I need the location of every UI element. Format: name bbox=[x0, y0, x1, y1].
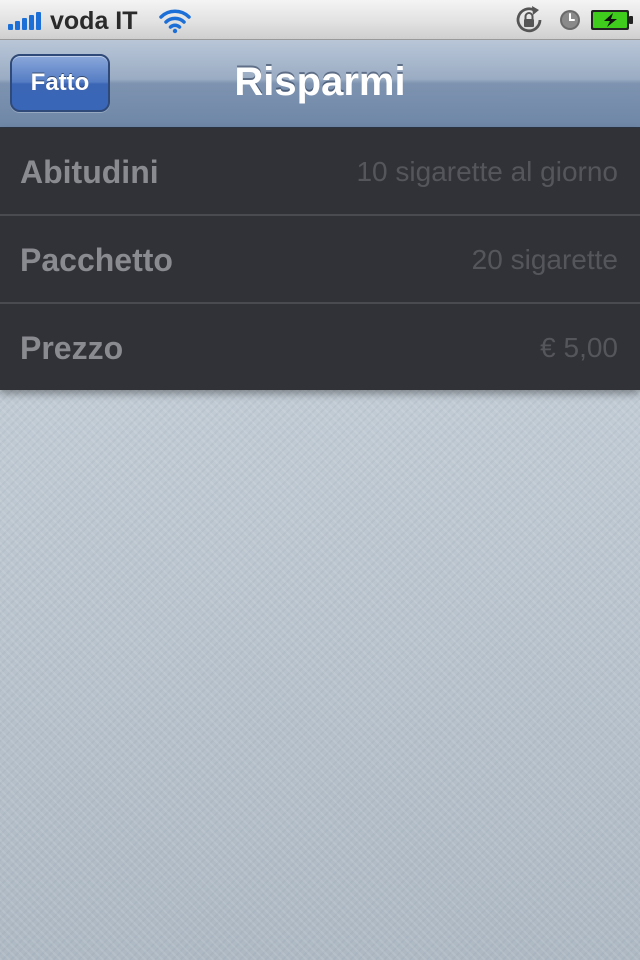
row-label: Pacchetto bbox=[20, 242, 173, 278]
rotation-lock-icon bbox=[516, 6, 542, 33]
navigation-bar: Risparmi Fatto bbox=[0, 40, 640, 128]
settings-row-pack[interactable]: Pacchetto 20 sigarette bbox=[0, 216, 640, 304]
wifi-icon bbox=[159, 9, 191, 34]
background-area bbox=[0, 392, 640, 960]
row-value: 10 sigarette al giorno bbox=[356, 156, 618, 187]
row-value: € 5,00 bbox=[540, 332, 618, 363]
settings-row-habits[interactable]: Abitudini 10 sigarette al giorno bbox=[0, 128, 640, 216]
settings-list: Abitudini 10 sigarette al giorno Pacchet… bbox=[0, 128, 640, 390]
settings-row-price[interactable]: Prezzo € 5,00 bbox=[0, 304, 640, 390]
battery-charging-icon bbox=[591, 10, 633, 30]
alarm-clock-icon bbox=[560, 10, 580, 30]
carrier-name: voda IT bbox=[50, 7, 138, 35]
row-label: Abitudini bbox=[20, 154, 159, 190]
row-value: 20 sigarette bbox=[471, 244, 618, 275]
done-button[interactable]: Fatto bbox=[10, 54, 110, 112]
signal-bars-icon bbox=[8, 12, 42, 30]
row-label: Prezzo bbox=[20, 330, 124, 366]
status-bar: voda IT bbox=[0, 0, 640, 40]
